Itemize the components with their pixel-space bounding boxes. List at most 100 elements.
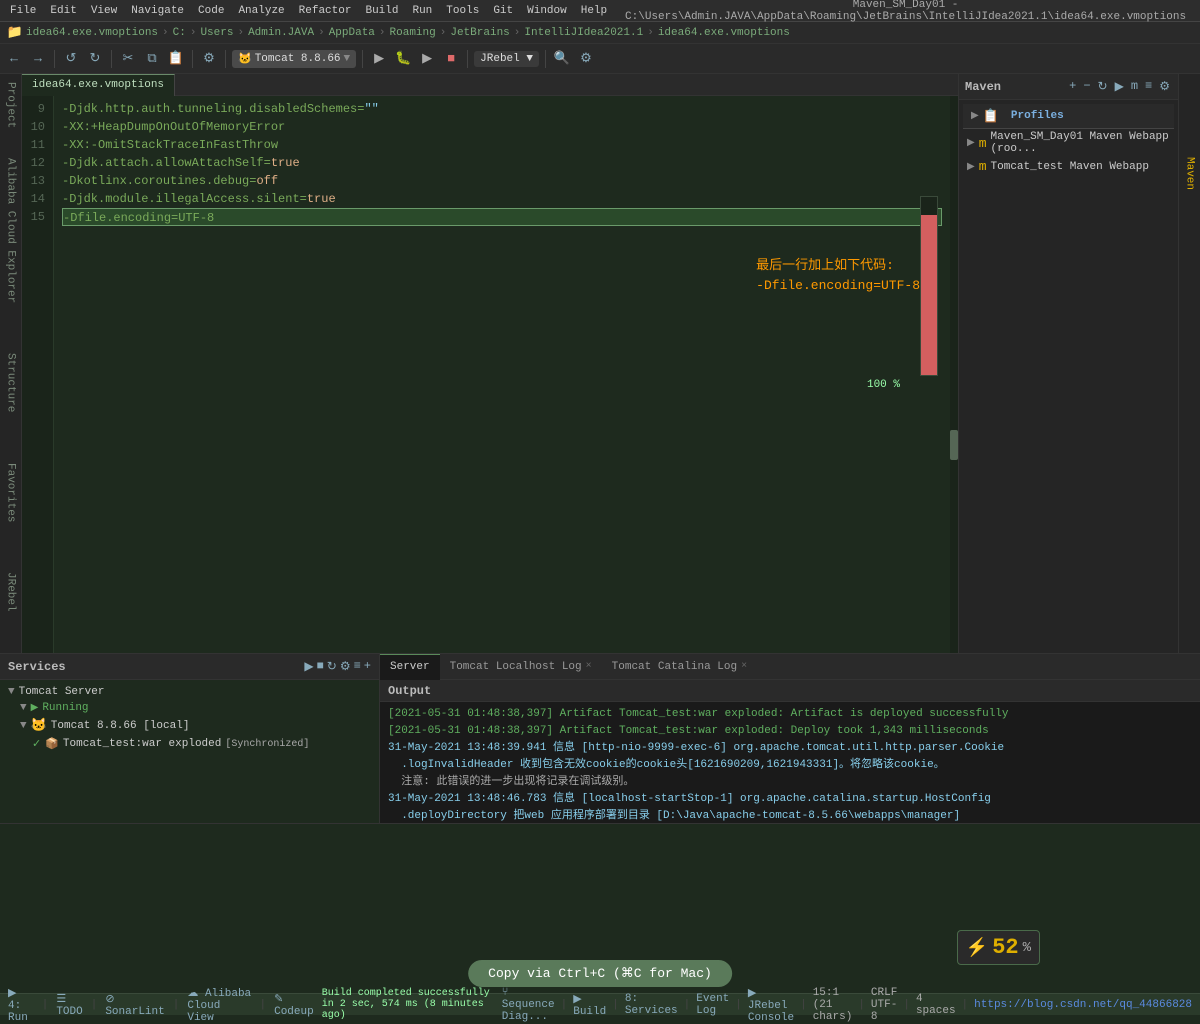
speed-value: 52 <box>992 935 1018 960</box>
svc-settings-btn[interactable]: ⚙ <box>340 659 351 674</box>
cloud-panel-label[interactable]: Alibaba Cloud Explorer <box>3 154 19 307</box>
status-run[interactable]: ▶ 4: Run <box>8 986 34 1024</box>
breadcrumb-roaming[interactable]: Roaming <box>390 27 436 39</box>
maven-m-btn[interactable]: m <box>1129 78 1140 95</box>
code-editor[interactable]: 9 10 11 12 13 14 15 -Djdk.http.auth.tunn… <box>22 96 958 653</box>
structure-panel-label[interactable]: Structure <box>3 349 19 416</box>
breadcrumb-c[interactable]: C: <box>173 27 186 39</box>
forward-btn[interactable]: → <box>28 49 48 69</box>
svc-tomcat-instance[interactable]: ▼ 🐱 Tomcat 8.8.66 [local] <box>4 716 375 735</box>
favorites-panel-label[interactable]: Favorites <box>3 459 19 526</box>
toolbar-sep-5 <box>362 50 363 68</box>
menu-window[interactable]: Window <box>521 4 573 18</box>
log-tab-localhost[interactable]: Tomcat Localhost Log × <box>440 654 602 680</box>
redo-btn[interactable]: ↻ <box>85 49 105 69</box>
status-alibaba[interactable]: ☁ Alibaba Cloud View <box>187 986 251 1024</box>
maven-tree: ▶ 📋 Profiles ▶ m Maven_SM_Day01 Maven We… <box>959 100 1178 653</box>
scroll-thumb <box>950 430 958 460</box>
menu-build[interactable]: Build <box>359 4 404 18</box>
svc-war-item[interactable]: ✓ 📦 Tomcat_test:war exploded [Synchroniz… <box>4 735 375 753</box>
maven-run-btn[interactable]: ▶ <box>1113 78 1126 95</box>
gear-btn[interactable]: ⚙ <box>576 49 596 69</box>
debug-btn[interactable]: 🐛 <box>393 49 413 69</box>
breadcrumb-intellij[interactable]: IntelliJIdea2021.1 <box>524 27 643 39</box>
tomcat-label: Tomcat 8.8.66 <box>255 53 341 65</box>
maven-project-1[interactable]: ▶ m Maven_SM_Day01 Maven Webapp (roo... <box>963 129 1174 157</box>
menu-view[interactable]: View <box>85 4 123 18</box>
run-config-btn[interactable]: ▶ <box>369 49 389 69</box>
menu-analyze[interactable]: Analyze <box>232 4 290 18</box>
menu-code[interactable]: Code <box>192 4 230 18</box>
breadcrumb-file[interactable]: idea64.exe.vmoptions <box>658 27 790 39</box>
undo-btn[interactable]: ↺ <box>61 49 81 69</box>
settings-btn[interactable]: ⚙ <box>199 49 219 69</box>
status-build[interactable]: ▶ Build <box>573 992 606 1018</box>
svc-stop-btn[interactable]: ■ <box>317 659 324 674</box>
menu-edit[interactable]: Edit <box>44 4 82 18</box>
tomcat-badge: 🐱 Tomcat 8.8.66 ▼ <box>232 50 356 68</box>
maven-minus-btn[interactable]: − <box>1081 78 1092 95</box>
log-tab-catalina-close[interactable]: × <box>741 661 747 672</box>
breadcrumb-admin[interactable]: Admin.JAVA <box>248 27 314 39</box>
breadcrumb-appdata[interactable]: AppData <box>329 27 375 39</box>
log-tab-localhost-close[interactable]: × <box>586 661 592 672</box>
breadcrumb-users[interactable]: Users <box>200 27 233 39</box>
maven-menu-btn[interactable]: ≡ <box>1143 78 1154 95</box>
search-btn[interactable]: 🔍 <box>552 49 572 69</box>
breadcrumb-jetbrains[interactable]: JetBrains <box>450 27 509 39</box>
maven-settings-btn[interactable]: ⚙ <box>1157 78 1172 95</box>
svc-run-btn[interactable]: ▶ <box>304 659 313 674</box>
log-content[interactable]: [2021-05-31 01:48:38,397] Artifact Tomca… <box>380 702 1200 823</box>
status-eventlog[interactable]: Event Log <box>696 993 729 1017</box>
status-services[interactable]: 8: Services <box>625 993 678 1017</box>
percent-label: 100 % <box>867 376 900 394</box>
tomcat-dropdown[interactable]: ▼ <box>344 53 351 65</box>
svc-tomcat-server[interactable]: ▼ Tomcat Server <box>4 684 375 700</box>
status-sep-5: | <box>561 999 568 1011</box>
menu-help[interactable]: Help <box>575 4 613 18</box>
cut-btn[interactable]: ✂ <box>118 49 138 69</box>
log-tab-localhost-label: Tomcat Localhost Log <box>450 661 582 673</box>
menu-git[interactable]: Git <box>487 4 519 18</box>
status-sonar[interactable]: ⊘ SonarLint <box>105 992 164 1018</box>
status-url[interactable]: https://blog.csdn.net/qq_44866828 <box>974 999 1192 1011</box>
log-line-2: [2021-05-31 01:48:38,397] Artifact Tomca… <box>388 723 1192 739</box>
copy-btn[interactable]: ⧉ <box>142 49 162 69</box>
maven-profiles-item[interactable]: ▶ 📋 Profiles <box>967 106 1170 126</box>
log-tab-catalina[interactable]: Tomcat Catalina Log × <box>602 654 757 680</box>
menu-navigate[interactable]: Navigate <box>125 4 190 18</box>
build-status: Build completed successfully in 2 sec, 5… <box>322 988 494 1021</box>
editor-scrollbar[interactable] <box>950 96 958 653</box>
svc-instance-label: Tomcat 8.8.66 [local] <box>51 720 190 732</box>
svc-running-group[interactable]: ▼ ▶ Running <box>4 700 375 716</box>
status-todo[interactable]: ☰ TODO <box>56 992 82 1018</box>
stop-btn[interactable]: ■ <box>441 49 461 69</box>
status-sequence[interactable]: ⑂ Sequence Diag... <box>502 987 555 1023</box>
annotation-box: 最后一行加上如下代码: -Dfile.encoding=UTF-8 <box>756 256 920 295</box>
rebel-panel-label[interactable]: JRebel <box>3 568 19 616</box>
back-btn[interactable]: ← <box>4 49 24 69</box>
svc-reload-btn[interactable]: ↻ <box>327 659 337 674</box>
maven-project-2[interactable]: ▶ m Tomcat_test Maven Webapp <box>963 157 1174 176</box>
menu-file[interactable]: File <box>4 4 42 18</box>
breadcrumb-project[interactable]: idea64.exe.vmoptions <box>26 27 158 39</box>
menu-refactor[interactable]: Refactor <box>293 4 358 18</box>
log-tab-server[interactable]: Server <box>380 654 440 680</box>
run-with-coverage-btn[interactable]: ▶ <box>417 49 437 69</box>
svc-menu-btn[interactable]: ≡ <box>354 659 361 674</box>
project-panel-label[interactable]: Project <box>3 78 19 132</box>
svc-add-btn[interactable]: + <box>364 659 371 674</box>
profiles-icon: 📋 <box>983 109 999 124</box>
menu-tools[interactable]: Tools <box>440 4 485 18</box>
status-codeup[interactable]: ✎ Codeup <box>274 992 314 1018</box>
status-jrebel-console[interactable]: ▶ JRebel Console <box>748 986 794 1024</box>
code-content[interactable]: -Djdk.http.auth.tunneling.disabledScheme… <box>54 96 950 653</box>
file-tab-vmoptions[interactable]: idea64.exe.vmoptions <box>22 74 175 96</box>
maven-reload-btn[interactable]: ↻ <box>1096 78 1110 95</box>
paste-btn[interactable]: 📋 <box>166 49 186 69</box>
code-line-14: -Djdk.module.illegalAccess.silent=true <box>62 190 942 208</box>
maven-side-label[interactable]: Maven <box>1178 74 1200 274</box>
svc-war-icon: ✓ <box>32 737 41 751</box>
menu-run[interactable]: Run <box>406 4 438 18</box>
maven-add-btn[interactable]: + <box>1067 78 1078 95</box>
